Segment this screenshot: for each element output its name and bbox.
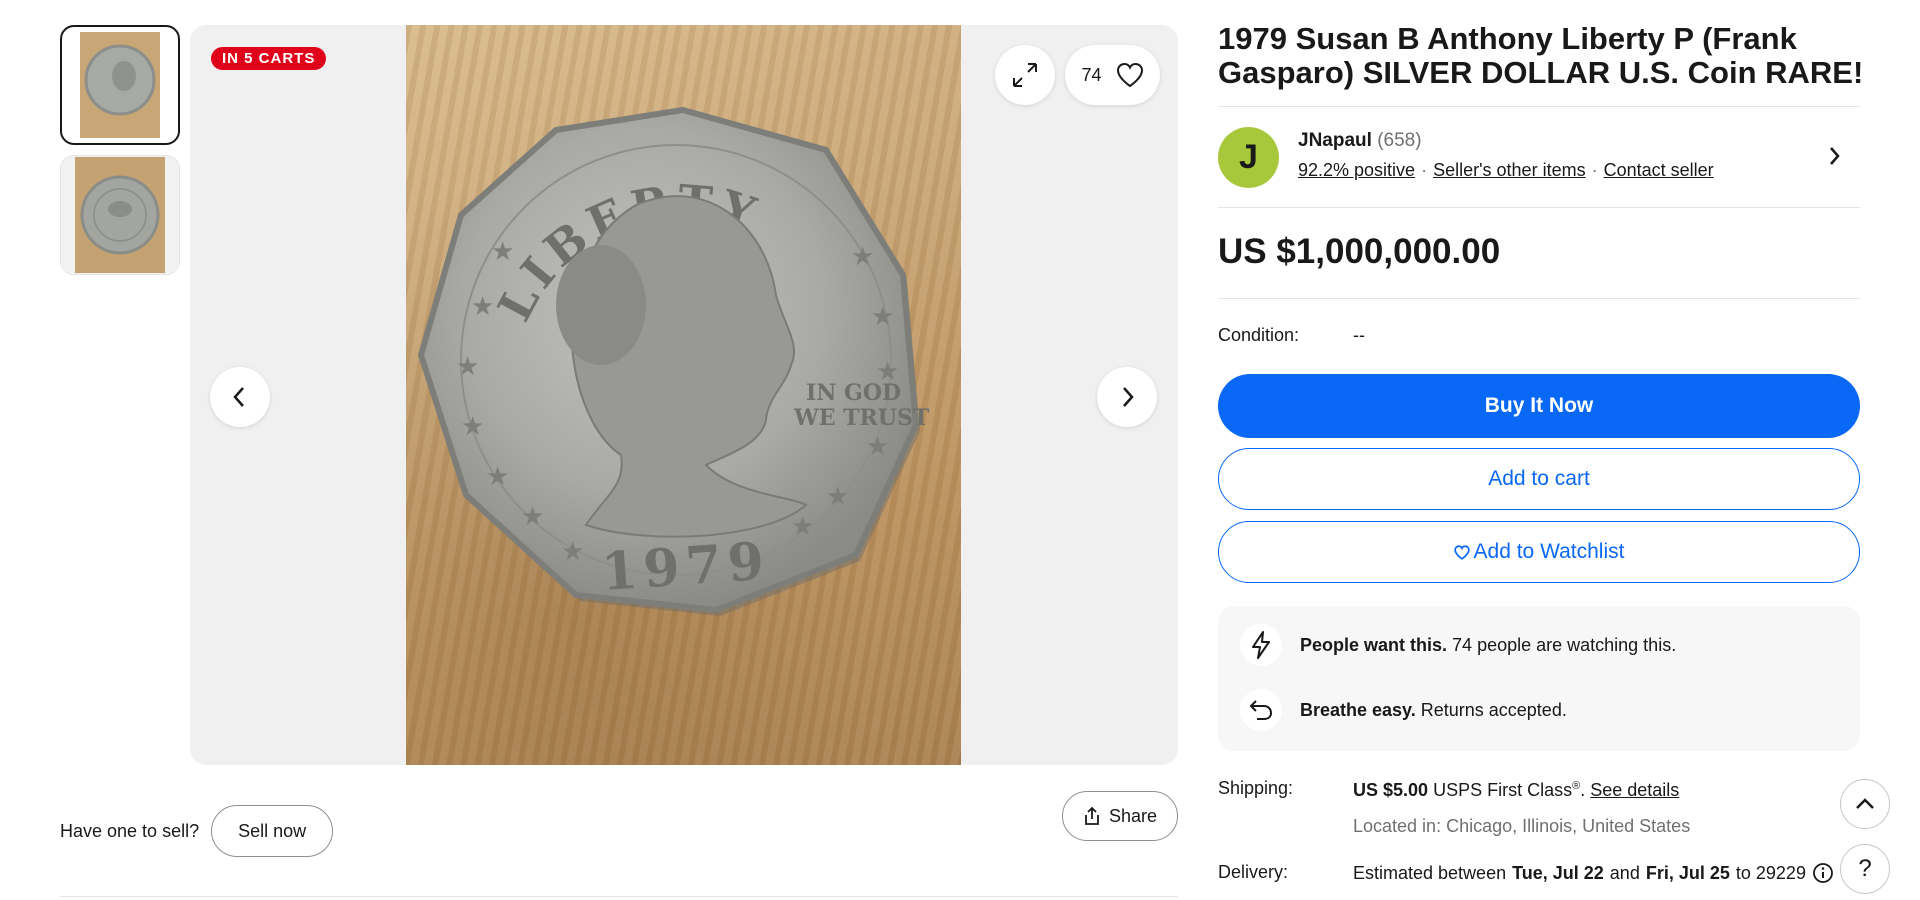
lightning-icon (1240, 624, 1282, 666)
return-arrow-icon (1240, 689, 1282, 731)
delivery-label: Delivery: (1218, 862, 1289, 882)
coin-front-thumbnail (80, 32, 160, 138)
seller-links: 92.2% positive · Seller's other items · … (1298, 160, 1714, 181)
svg-text:★: ★ (871, 302, 894, 332)
chevron-right-icon (1830, 147, 1840, 165)
add-to-watchlist-button[interactable]: Add to Watchlist (1218, 521, 1860, 583)
coin-motto-line2: WE TRUST (793, 405, 930, 431)
svg-text:★: ★ (851, 242, 874, 272)
people-want-bold: People want this. (1300, 634, 1448, 655)
buy-it-now-button[interactable]: Buy It Now (1218, 374, 1860, 438)
item-location: Located in: Chicago, Illinois, United St… (1353, 816, 1691, 836)
watch-toggle-button[interactable]: 74 (1065, 45, 1160, 105)
returns-bold: Breathe easy. (1300, 699, 1416, 720)
share-label: Share (1108, 805, 1158, 826)
share-button[interactable]: Share (1062, 791, 1178, 841)
people-want-row: People want this. 74 people are watching… (1240, 624, 1676, 666)
sell-now-button[interactable]: Sell now (211, 805, 334, 857)
sell-prompt-text: Have one to sell? (60, 820, 200, 841)
thumbnail-coin-back[interactable] (60, 155, 180, 275)
svg-text:★: ★ (471, 292, 494, 322)
scroll-to-top-button[interactable] (1840, 779, 1890, 829)
seller-info: JNapaul (658) (1298, 130, 1422, 152)
delivery-zip: to 29229 (1735, 862, 1806, 883)
help-button[interactable]: ? (1840, 844, 1890, 894)
delivery-date-end: Fri, Jul 25 (1645, 862, 1730, 883)
help-icon: ? (1858, 855, 1872, 882)
expand-image-button[interactable] (995, 45, 1055, 105)
delivery-value: Estimated between Tue, Jul 22 and Fri, J… (1353, 862, 1834, 884)
svg-text:★: ★ (561, 537, 584, 567)
svg-text:★: ★ (521, 502, 544, 532)
in-carts-badge: IN 5 CARTS (211, 47, 327, 70)
seller-feedback-count: (658) (1377, 130, 1422, 151)
shipping-service: USPS First Class (1433, 780, 1573, 800)
svg-text:★: ★ (491, 237, 514, 267)
people-want-text: 74 people are watching this. (1452, 634, 1677, 655)
seller-name[interactable]: JNapaul (1298, 130, 1372, 151)
condition-value: -- (1353, 325, 1365, 345)
shipping-price: US $5.00 (1353, 780, 1429, 800)
delivery-date-start: Tue, Jul 22 (1512, 862, 1604, 883)
shipping-label: Shipping: (1218, 778, 1294, 798)
add-to-cart-button[interactable]: Add to cart (1218, 448, 1860, 510)
thumbnail-strip (60, 25, 180, 285)
thumbnail-coin-front[interactable] (60, 25, 180, 145)
svg-text:★: ★ (876, 357, 899, 387)
svg-text:★: ★ (866, 432, 889, 462)
svg-text:★: ★ (456, 352, 479, 382)
shipping-period: . (1580, 780, 1586, 800)
see-details-link[interactable]: See details (1590, 780, 1679, 800)
separator-dot: · (1591, 160, 1598, 180)
info-icon[interactable] (1812, 862, 1834, 884)
main-product-image[interactable]: LIBERTY IN GOD WE TRUST 1979 ★★★ ★★★ ★★★… (406, 25, 961, 765)
image-gallery: LIBERTY IN GOD WE TRUST 1979 ★★★ ★★★ ★★★… (190, 25, 1178, 765)
returns-row: Breathe easy. Returns accepted. (1240, 689, 1567, 731)
contact-seller-link[interactable]: Contact seller (1604, 160, 1714, 181)
expand-icon (1013, 63, 1037, 87)
watch-count: 74 (1081, 64, 1102, 85)
seller-avatar[interactable]: J (1218, 127, 1279, 188)
condition-label: Condition: (1218, 325, 1300, 345)
svg-text:★: ★ (461, 412, 484, 442)
shipping-value: US $5.00 USPS First Class®. See details (1353, 780, 1679, 801)
seller-details-button[interactable] (1826, 144, 1842, 173)
delivery-prefix: Estimated between (1353, 862, 1507, 883)
chevron-left-icon (233, 387, 244, 407)
highlights-box: People want this. 74 people are watching… (1218, 606, 1860, 751)
heart-icon (1116, 62, 1143, 88)
separator-dot: · (1421, 160, 1428, 180)
next-image-button[interactable] (1097, 367, 1157, 427)
delivery-and: and (1609, 862, 1640, 883)
divider (1218, 298, 1860, 299)
section-divider (60, 896, 1178, 897)
registered-mark: ® (1572, 780, 1581, 792)
coin-back-thumbnail (75, 157, 165, 273)
svg-text:★: ★ (486, 462, 509, 492)
previous-image-button[interactable] (210, 367, 270, 427)
chevron-up-icon (1856, 798, 1874, 809)
sell-prompt: Have one to sell? Sell now (60, 805, 334, 857)
divider (1218, 207, 1860, 208)
price: US $1,000,000.00 (1218, 232, 1501, 271)
returns-text: Returns accepted. (1420, 699, 1567, 720)
chevron-right-icon (1123, 387, 1134, 407)
share-icon (1085, 806, 1099, 825)
listing-title: 1979 Susan B Anthony Liberty P (Frank Ga… (1218, 21, 1864, 90)
heart-icon (1453, 544, 1470, 560)
seller-positive-link[interactable]: 92.2% positive (1298, 160, 1415, 181)
coin-year-text: 1979 (599, 531, 772, 604)
divider (1218, 106, 1860, 107)
svg-text:★: ★ (826, 482, 849, 512)
seller-other-items-link[interactable]: Seller's other items (1433, 160, 1586, 181)
watchlist-label: Add to Watchlist (1473, 540, 1625, 563)
coin-photo: LIBERTY IN GOD WE TRUST 1979 ★★★ ★★★ ★★★… (417, 106, 930, 616)
svg-text:★: ★ (791, 512, 814, 542)
